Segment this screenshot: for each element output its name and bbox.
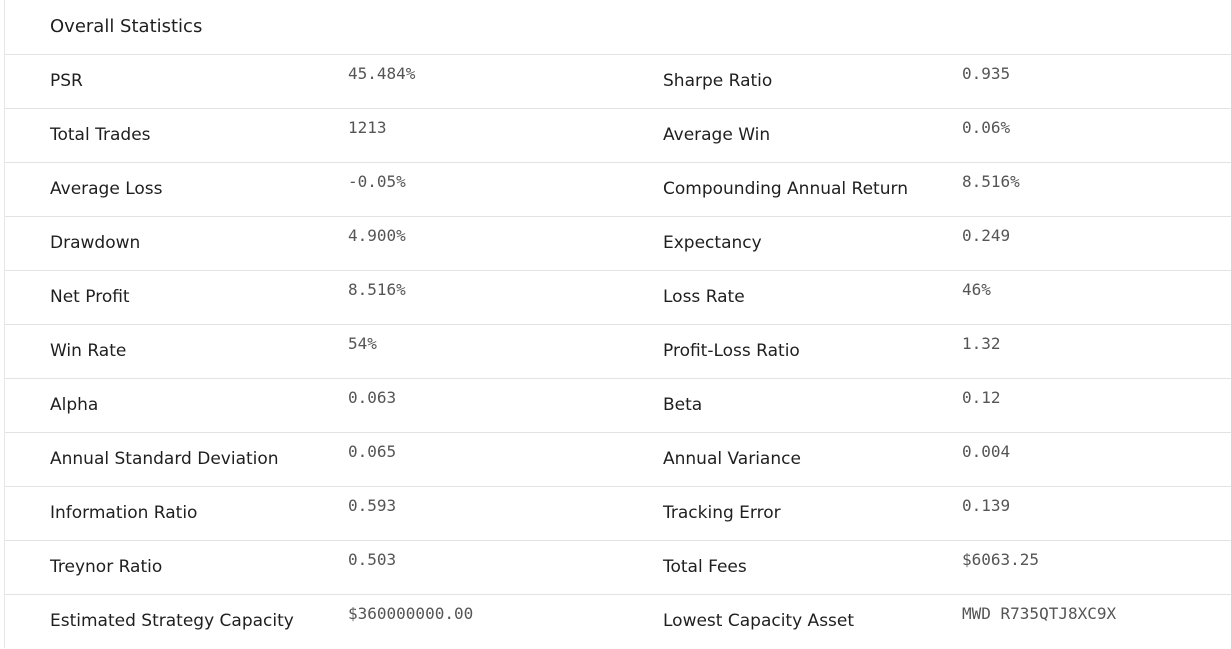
stat-value: 45.484% xyxy=(348,64,416,83)
stat-label: Win Rate xyxy=(50,341,127,361)
stat-label: Drawdown xyxy=(50,233,141,253)
statistics-row: Net Profit 8.516% Loss Rate 46% xyxy=(5,271,1231,325)
stat-value: $360000000.00 xyxy=(348,604,474,623)
stat-value: 0.063 xyxy=(348,388,397,407)
stat-value: 46% xyxy=(962,280,991,299)
stat-value: 0.249 xyxy=(962,226,1011,245)
stat-label: Sharpe Ratio xyxy=(663,71,773,91)
stat-value: 1213 xyxy=(348,118,387,137)
stat-value: 0.12 xyxy=(962,388,1001,407)
stat-label: Information Ratio xyxy=(50,503,198,523)
statistics-row: Average Loss -0.05% Compounding Annual Ret… xyxy=(5,163,1231,217)
stat-label: Profit-Loss Ratio xyxy=(663,341,800,361)
stat-value: 0.593 xyxy=(348,496,397,515)
stat-value: 1.32 xyxy=(962,334,1001,353)
statistics-row: Total Trades 1213 Average Win 0.06% xyxy=(5,109,1231,163)
stat-value: 54% xyxy=(348,334,377,353)
stat-value: 8.516% xyxy=(348,280,406,299)
overall-statistics-panel: Overall Statistics PSR 45.484% Sharpe Rati… xyxy=(4,0,1231,648)
statistics-row: Annual Standard Deviation 0.065 Annual Var… xyxy=(5,433,1231,487)
statistics-row: Alpha 0.063 Beta 0.12 xyxy=(5,379,1231,433)
stat-label: Expectancy xyxy=(663,233,762,253)
statistics-header: Overall Statistics xyxy=(5,0,1231,55)
stat-value: -0.05% xyxy=(348,172,406,191)
stat-label: Beta xyxy=(663,395,703,415)
statistics-row: Drawdown 4.900% Expectancy 0.249 xyxy=(5,217,1231,271)
stat-value: 0.06% xyxy=(962,118,1011,137)
stat-label: Tracking Error xyxy=(663,503,781,523)
statistics-title: Overall Statistics xyxy=(50,16,203,37)
stat-label: Average Loss xyxy=(50,179,163,199)
stat-label: Treynor Ratio xyxy=(50,557,163,577)
stat-label: Total Trades xyxy=(50,125,151,145)
stat-label: Annual Standard Deviation xyxy=(50,449,279,469)
stat-value: 0.139 xyxy=(962,496,1011,515)
stat-value: MWD R735QTJ8XC9X xyxy=(962,604,1117,623)
statistics-table: PSR 45.484% Sharpe Ratio 0.935 Total Trades 1… xyxy=(5,55,1231,649)
statistics-row: Treynor Ratio 0.503 Total Fees $6063.25 xyxy=(5,541,1231,595)
stat-label: PSR xyxy=(50,71,83,91)
stat-label: Alpha xyxy=(50,395,99,415)
stat-label: Annual Variance xyxy=(663,449,801,469)
stat-value: 0.065 xyxy=(348,442,397,461)
stat-value: 0.935 xyxy=(962,64,1011,83)
stat-value: $6063.25 xyxy=(962,550,1040,569)
stat-label: Total Fees xyxy=(663,557,747,577)
statistics-row: Estimated Strategy Capacity $360000000.00… xyxy=(5,595,1231,649)
stat-label: Compounding Annual Return xyxy=(663,179,908,199)
stat-label: Estimated Strategy Capacity xyxy=(50,611,294,631)
stat-value: 0.503 xyxy=(348,550,397,569)
stat-label: Average Win xyxy=(663,125,771,145)
statistics-row: Information Ratio 0.593 Tracking Error 0.13… xyxy=(5,487,1231,541)
stat-value: 8.516% xyxy=(962,172,1020,191)
statistics-row: PSR 45.484% Sharpe Ratio 0.935 xyxy=(5,55,1231,109)
stat-value: 0.004 xyxy=(962,442,1011,461)
stat-value: 4.900% xyxy=(348,226,406,245)
stat-label: Lowest Capacity Asset xyxy=(663,611,855,631)
stat-label: Net Profit xyxy=(50,287,130,307)
stat-label: Loss Rate xyxy=(663,287,745,307)
statistics-row: Win Rate 54% Profit-Loss Ratio 1.32 xyxy=(5,325,1231,379)
